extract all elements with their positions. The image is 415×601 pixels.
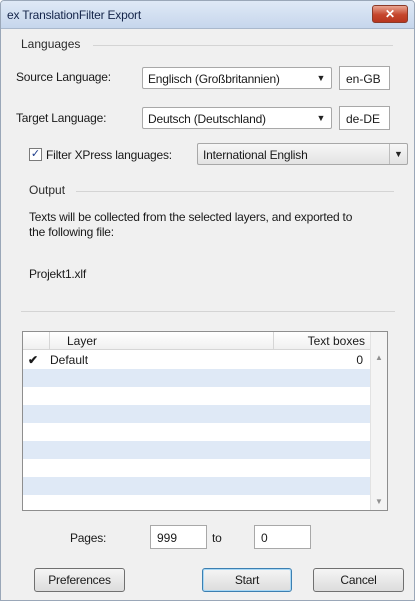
languages-section-label: Languages bbox=[21, 37, 81, 51]
table-row-empty bbox=[23, 495, 371, 510]
pages-from-value: 999 bbox=[157, 531, 178, 545]
output-filename: Projekt1.xlf bbox=[29, 267, 86, 281]
pages-to-label: to bbox=[212, 531, 222, 545]
preferences-button[interactable]: Preferences bbox=[34, 568, 125, 592]
output-section-label: Output bbox=[29, 183, 66, 197]
filter-xpress-label: Filter XPress languages: bbox=[46, 148, 172, 162]
target-language-value: Deutsch (Deutschland) bbox=[148, 112, 266, 126]
pages-to-field[interactable]: 0 bbox=[254, 525, 311, 549]
table-row-empty bbox=[23, 459, 371, 477]
filter-xpress-checkbox[interactable]: ✓ bbox=[29, 148, 42, 161]
xpress-language-select[interactable]: International English ▼ bbox=[197, 143, 408, 165]
output-group-line bbox=[76, 191, 394, 192]
export-dialog: ex TranslationFilter Export ✕ Languages … bbox=[0, 0, 415, 601]
table-row-empty bbox=[23, 405, 371, 423]
target-language-select[interactable]: Deutsch (Deutschland) ▼ bbox=[142, 107, 332, 129]
start-button[interactable]: Start bbox=[202, 568, 292, 592]
scroll-up-arrow-icon[interactable]: ▲ bbox=[371, 350, 387, 366]
close-icon: ✕ bbox=[384, 7, 396, 21]
checkmark-icon: ✓ bbox=[30, 148, 41, 160]
table-scrollbar[interactable]: ▲ ▼ bbox=[370, 332, 387, 510]
output-description: Texts will be collected from the selecte… bbox=[29, 210, 409, 240]
source-language-code-field[interactable]: en-GB bbox=[339, 66, 390, 90]
output-description-line-2: the following file: bbox=[29, 225, 114, 239]
table-row-empty bbox=[23, 369, 371, 387]
table-row-empty bbox=[23, 423, 371, 441]
source-language-value: Englisch (Großbritannien) bbox=[148, 72, 280, 86]
table-row[interactable]: ✔ Default 0 bbox=[23, 351, 371, 369]
layer-name: Default bbox=[50, 353, 89, 367]
output-group-bottom-line bbox=[21, 311, 395, 312]
table-row-empty bbox=[23, 441, 371, 459]
xpress-language-value: International English bbox=[203, 148, 308, 162]
layer-text-boxes: 0 bbox=[356, 353, 363, 367]
column-header-text-boxes[interactable]: Text boxes bbox=[308, 334, 365, 348]
pages-from-field[interactable]: 999 bbox=[150, 525, 207, 549]
row-checkmark-icon[interactable]: ✔ bbox=[28, 353, 38, 367]
cancel-button[interactable]: Cancel bbox=[313, 568, 404, 592]
target-language-code: de-DE bbox=[346, 112, 381, 126]
languages-group-line bbox=[93, 45, 393, 46]
window-title: ex TranslationFilter Export bbox=[7, 8, 141, 22]
chevron-down-icon: ▼ bbox=[316, 73, 326, 83]
output-description-line-1: Texts will be collected from the selecte… bbox=[29, 210, 353, 224]
title-bar[interactable]: ex TranslationFilter Export ✕ bbox=[1, 1, 414, 29]
target-language-code-field[interactable]: de-DE bbox=[339, 106, 390, 130]
source-language-label: Source Language: bbox=[16, 70, 111, 84]
table-row-empty bbox=[23, 387, 371, 405]
pages-to-value: 0 bbox=[261, 531, 268, 545]
chevron-down-icon: ▼ bbox=[316, 113, 326, 123]
scroll-down-arrow-icon[interactable]: ▼ bbox=[371, 494, 387, 510]
source-language-code: en-GB bbox=[346, 72, 381, 86]
table-row-empty bbox=[23, 477, 371, 495]
column-header-layer[interactable]: Layer bbox=[67, 334, 97, 348]
pages-label: Pages: bbox=[70, 531, 107, 545]
column-separator bbox=[49, 332, 50, 350]
close-button[interactable]: ✕ bbox=[372, 5, 408, 23]
chevron-down-icon: ▼ bbox=[389, 144, 407, 164]
target-language-label: Target Language: bbox=[16, 111, 107, 125]
layers-table[interactable]: Layer Text boxes ✔ Default 0 ▲ ▼ bbox=[22, 331, 388, 511]
layers-table-header: Layer Text boxes bbox=[23, 332, 371, 350]
column-separator bbox=[273, 332, 274, 350]
source-language-select[interactable]: Englisch (Großbritannien) ▼ bbox=[142, 67, 332, 89]
